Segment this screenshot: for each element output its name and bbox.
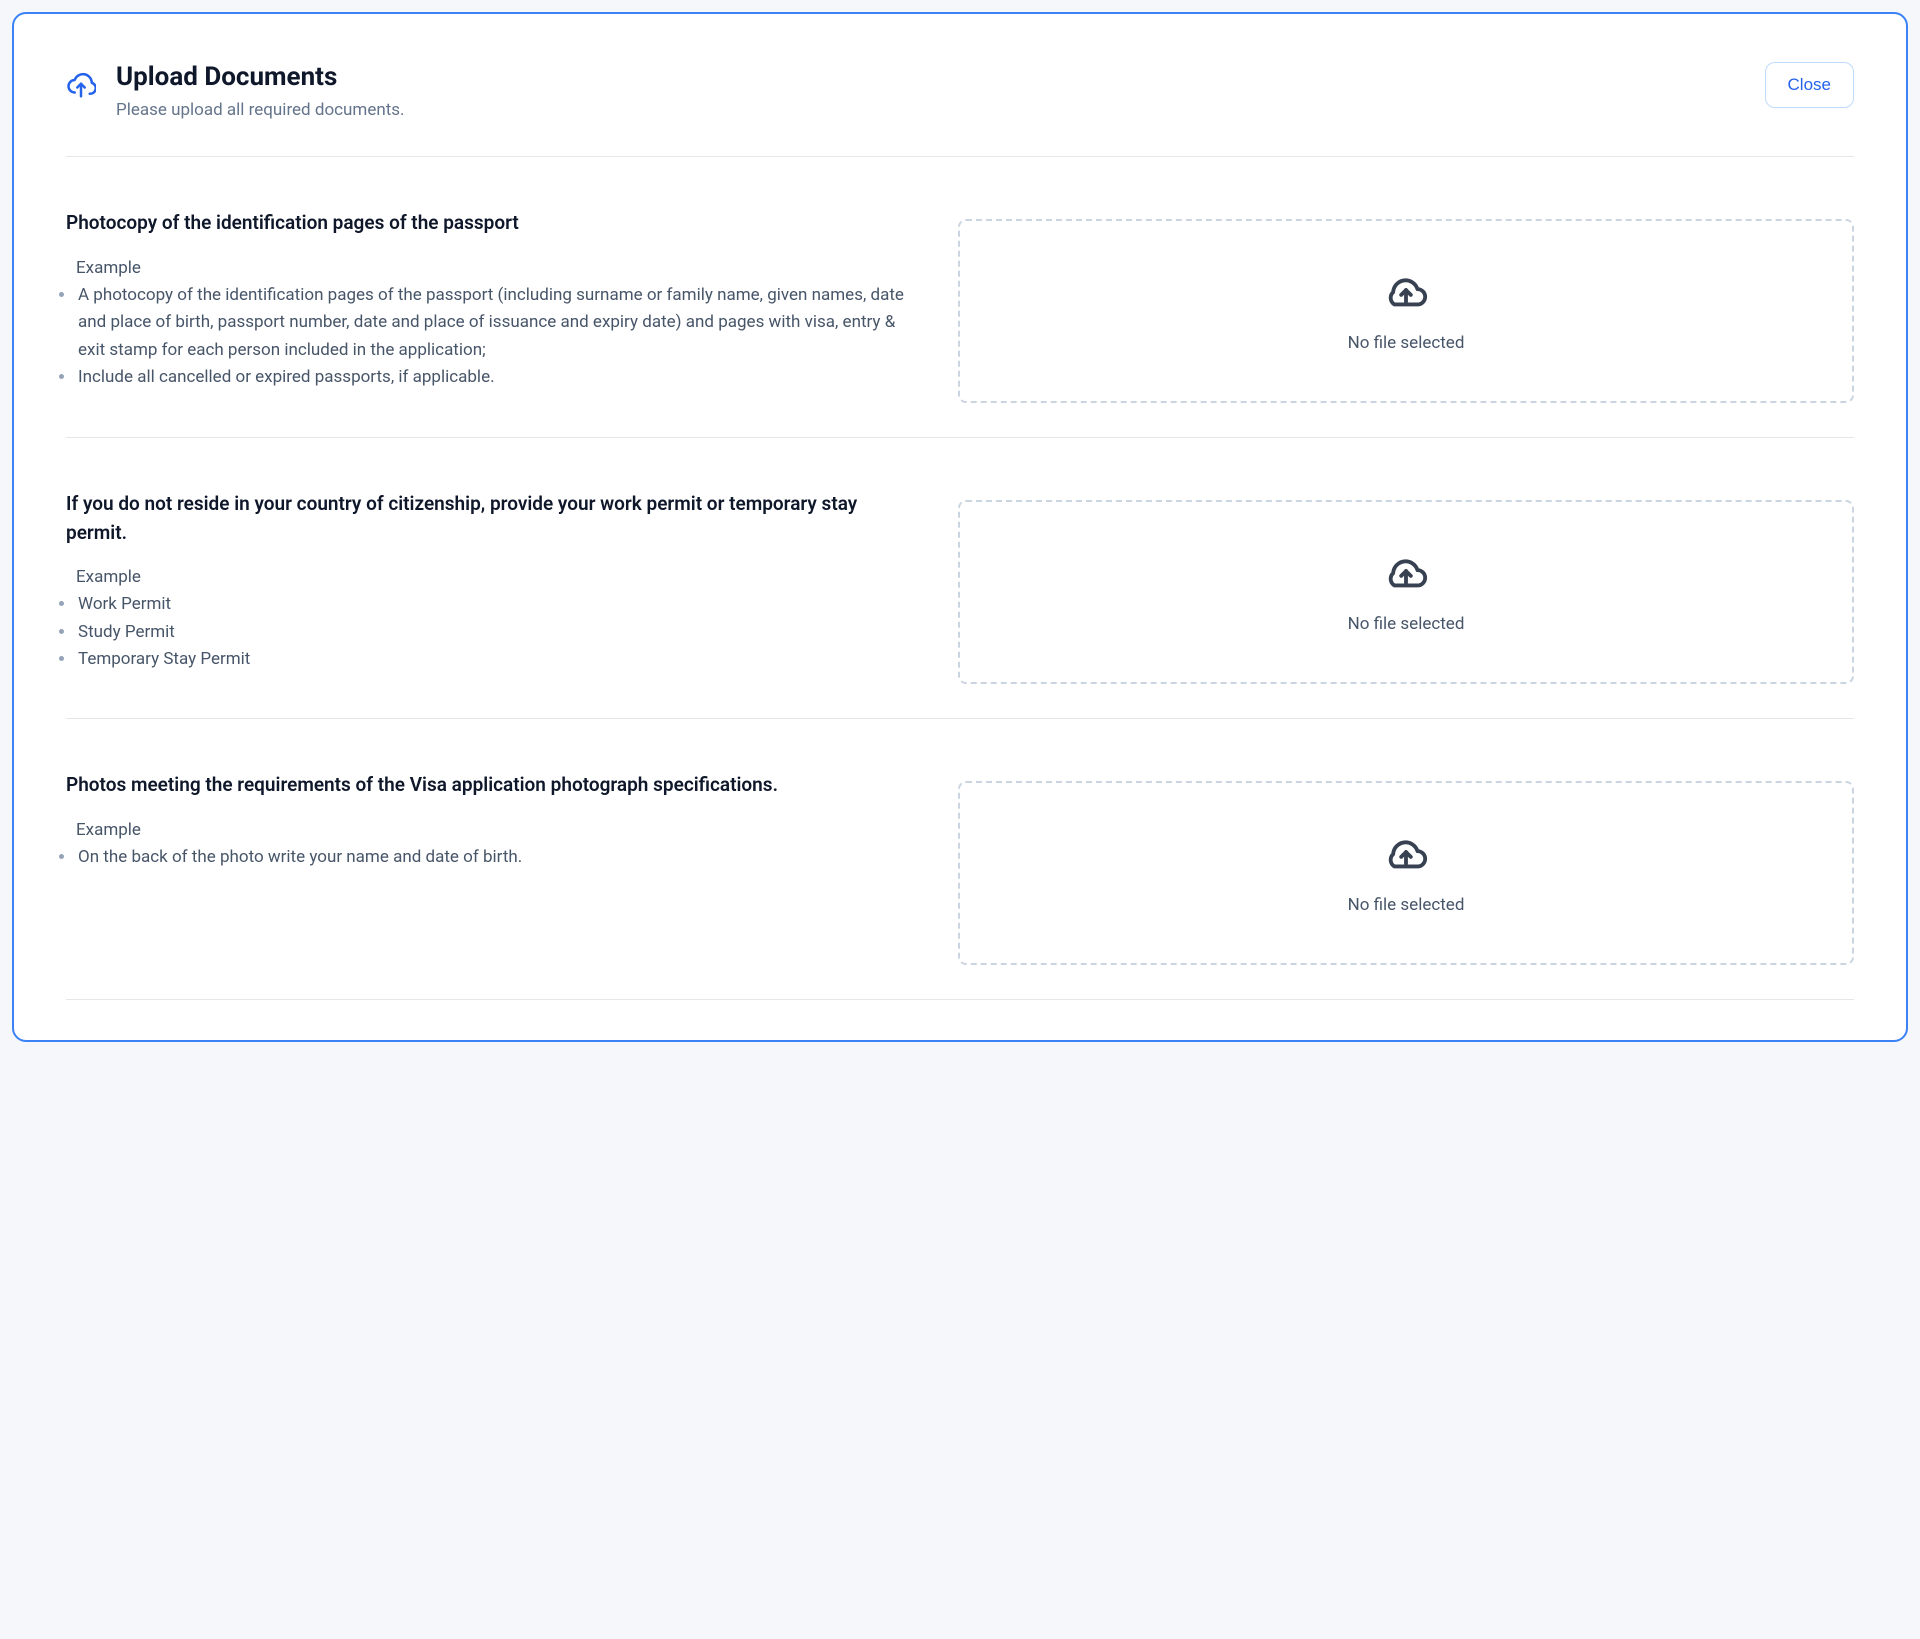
- example-label: Example: [76, 820, 918, 840]
- example-label: Example: [76, 567, 918, 587]
- modal-subtitle: Please upload all required documents.: [116, 100, 405, 120]
- document-info: Photos meeting the requirements of the V…: [66, 771, 918, 871]
- dropzone-placeholder: No file selected: [1348, 614, 1465, 634]
- list-item: On the back of the photo write your name…: [76, 844, 918, 872]
- document-title: Photos meeting the requirements of the V…: [66, 771, 918, 800]
- cloud-upload-icon: [66, 70, 96, 104]
- file-dropzone-work-permit[interactable]: No file selected: [958, 500, 1854, 684]
- document-section-photos: Photos meeting the requirements of the V…: [66, 719, 1854, 1000]
- document-example-list: Work Permit Study Permit Temporary Stay …: [66, 591, 918, 674]
- dropzone-placeholder: No file selected: [1348, 333, 1465, 353]
- close-button[interactable]: Close: [1765, 62, 1854, 108]
- document-title: If you do not reside in your country of …: [66, 490, 918, 547]
- document-info: If you do not reside in your country of …: [66, 490, 918, 674]
- list-item: Study Permit: [76, 619, 918, 647]
- upload-documents-modal: Upload Documents Please upload all requi…: [12, 12, 1908, 1042]
- cloud-upload-icon: [1383, 550, 1429, 600]
- cloud-upload-icon: [1383, 269, 1429, 319]
- document-title: Photocopy of the identification pages of…: [66, 209, 918, 238]
- header-text: Upload Documents Please upload all requi…: [116, 62, 405, 120]
- modal-title: Upload Documents: [116, 62, 405, 92]
- dropzone-placeholder: No file selected: [1348, 895, 1465, 915]
- cloud-upload-icon: [1383, 831, 1429, 881]
- document-info: Photocopy of the identification pages of…: [66, 209, 918, 392]
- modal-header: Upload Documents Please upload all requi…: [66, 62, 1854, 157]
- document-example-list: On the back of the photo write your name…: [66, 844, 918, 872]
- list-item: Temporary Stay Permit: [76, 646, 918, 674]
- document-section-work-permit: If you do not reside in your country of …: [66, 438, 1854, 719]
- document-example-list: A photocopy of the identification pages …: [66, 282, 918, 392]
- document-section-passport: Photocopy of the identification pages of…: [66, 157, 1854, 438]
- example-label: Example: [76, 258, 918, 278]
- list-item: Work Permit: [76, 591, 918, 619]
- file-dropzone-passport[interactable]: No file selected: [958, 219, 1854, 403]
- file-dropzone-photos[interactable]: No file selected: [958, 781, 1854, 965]
- list-item: A photocopy of the identification pages …: [76, 282, 918, 365]
- list-item: Include all cancelled or expired passpor…: [76, 364, 918, 392]
- header-left: Upload Documents Please upload all requi…: [66, 62, 405, 120]
